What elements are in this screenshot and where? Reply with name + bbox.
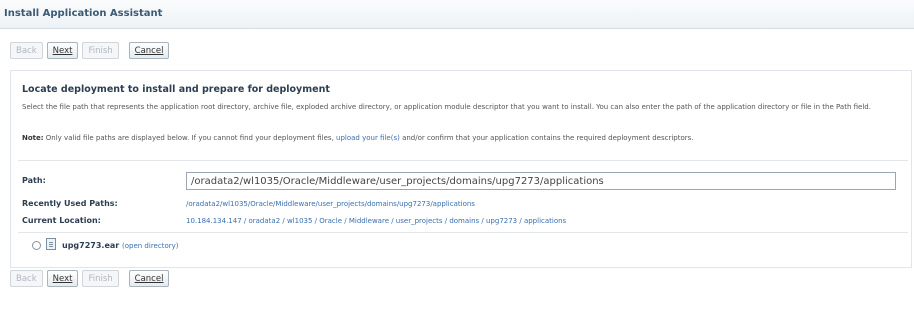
upload-files-link[interactable]: upload your file(s) [336,134,400,142]
path-label: Path: [22,176,46,185]
path-input[interactable] [186,172,896,190]
section-heading: Locate deployment to install and prepare… [22,84,330,95]
recent-paths-label: Recently Used Paths: [22,199,118,208]
note-text-part1: Only valid file paths are displayed belo… [43,134,337,142]
file-name: upg7273.ear [62,241,120,250]
archive-file-icon [46,238,56,250]
back-button[interactable]: Back [10,42,43,59]
cancel-button[interactable]: Cancel [128,42,170,59]
finish-button[interactable]: Finish [82,270,119,287]
section-description: Select the file path that represents the… [22,103,871,111]
divider [18,232,908,233]
top-button-bar: Back Next Finish Cancel [10,42,170,59]
note-text: Note: Only valid file paths are displaye… [22,134,694,142]
next-button[interactable]: Next [46,42,79,59]
page-title: Install Application Assistant [4,8,163,19]
current-location-label: Current Location: [22,216,101,225]
finish-button[interactable]: Finish [82,42,119,59]
next-button[interactable]: Next [46,270,79,287]
recent-path-link[interactable]: /oradata2/wl1035/Oracle/Middleware/user_… [186,200,475,208]
bottom-button-bar: Back Next Finish Cancel [10,270,170,287]
open-directory-link[interactable]: (open directory) [122,242,178,250]
divider [18,160,908,161]
note-label: Note: [22,134,44,142]
assistant-title-bar: Install Application Assistant [0,0,914,29]
deployment-panel [10,70,912,268]
current-location-breadcrumb[interactable]: 10.184.134.147 / oradata2 / wl1035 / Ora… [186,217,566,225]
note-text-part2: and/or confirm that your application con… [399,134,694,142]
back-button[interactable]: Back [10,270,43,287]
cancel-button[interactable]: Cancel [128,270,170,287]
file-radio-button[interactable] [32,241,41,250]
